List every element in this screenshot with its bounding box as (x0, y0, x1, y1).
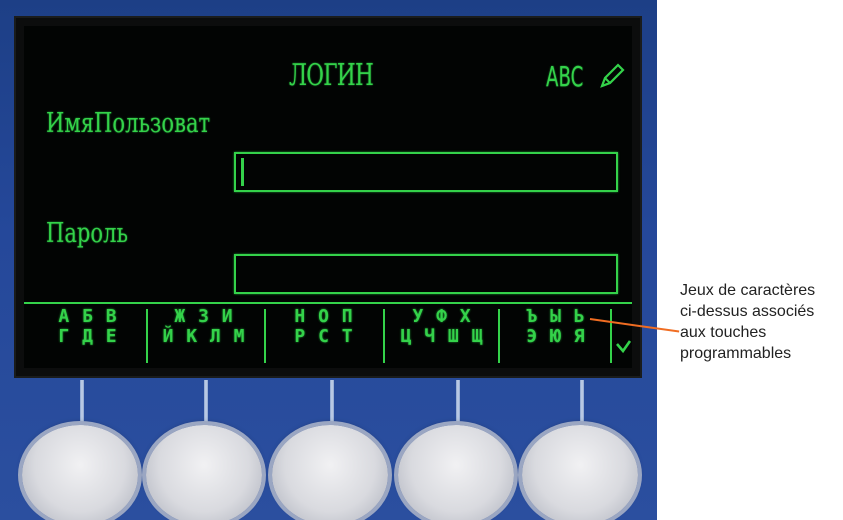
softkey-4-row1: У Ф Х (412, 306, 472, 327)
softkey-2-row1: Ж З И (174, 306, 234, 327)
pencil-icon (600, 63, 625, 88)
screen-title: ЛОГИН (289, 58, 374, 93)
softkey-label-1[interactable]: А Б В Г Д Е (32, 307, 144, 363)
lcd-screen: ЛОГИН ABC ИмяПользоват Пароль А Б В Г Д (24, 26, 632, 368)
softkey-4-row2: Ц Ч Ш Щ (400, 326, 484, 347)
softkey-divider (24, 302, 632, 304)
softkey-3-row2: Р С Т (294, 326, 354, 347)
softkey-1-row2: Г Д Е (58, 326, 118, 347)
softkey-5-row2: Э Ю Я (526, 326, 586, 347)
username-label: ИмяПользоват (46, 108, 211, 139)
input-mode-indicator: ABC (546, 60, 584, 93)
softkey-2-row2: Й К Л М (162, 326, 246, 347)
username-field[interactable] (234, 152, 618, 192)
softkey-button-1[interactable] (22, 425, 138, 520)
softkey-separator (264, 309, 266, 363)
softkey-label-3[interactable]: Н О П Р С Т (268, 307, 380, 363)
softkey-button-4[interactable] (398, 425, 514, 520)
softkey-separator (383, 309, 385, 363)
display-bezel: ЛОГИН ABC ИмяПользоват Пароль А Б В Г Д (14, 16, 642, 378)
softkey-label-5[interactable]: Ъ Ы Ь Э Ю Я (500, 307, 612, 363)
callout-caption: Jeux de caractères ci-dessus associés au… (680, 280, 843, 364)
softkey-button-2[interactable] (146, 425, 262, 520)
softkey-label-4[interactable]: У Ф Х Ц Ч Ш Щ (386, 307, 498, 363)
softkey-labels: А Б В Г Д Е Ж З И Й К Л М Н О П Р С Т У … (24, 307, 632, 363)
caption-line: ci-dessus associés (680, 303, 815, 320)
text-cursor (241, 158, 244, 186)
caption-line: Jeux de caractères (680, 282, 816, 299)
chevron-down-icon[interactable] (614, 335, 632, 357)
softkey-label-2[interactable]: Ж З И Й К Л М (148, 307, 260, 363)
softkey-3-row1: Н О П (294, 306, 354, 327)
caption-line: programmables (680, 345, 792, 362)
caption-line: aux touches (680, 324, 767, 341)
softkey-1-row1: А Б В (58, 306, 118, 327)
terminal-device: ЛОГИН ABC ИмяПользоват Пароль А Б В Г Д (0, 0, 657, 520)
softkey-5-row1: Ъ Ы Ь (526, 306, 586, 327)
password-label: Пароль (46, 218, 128, 249)
softkey-separator (610, 309, 612, 363)
softkey-button-5[interactable] (522, 425, 638, 520)
password-field[interactable] (234, 254, 618, 294)
softkey-button-3[interactable] (272, 425, 388, 520)
